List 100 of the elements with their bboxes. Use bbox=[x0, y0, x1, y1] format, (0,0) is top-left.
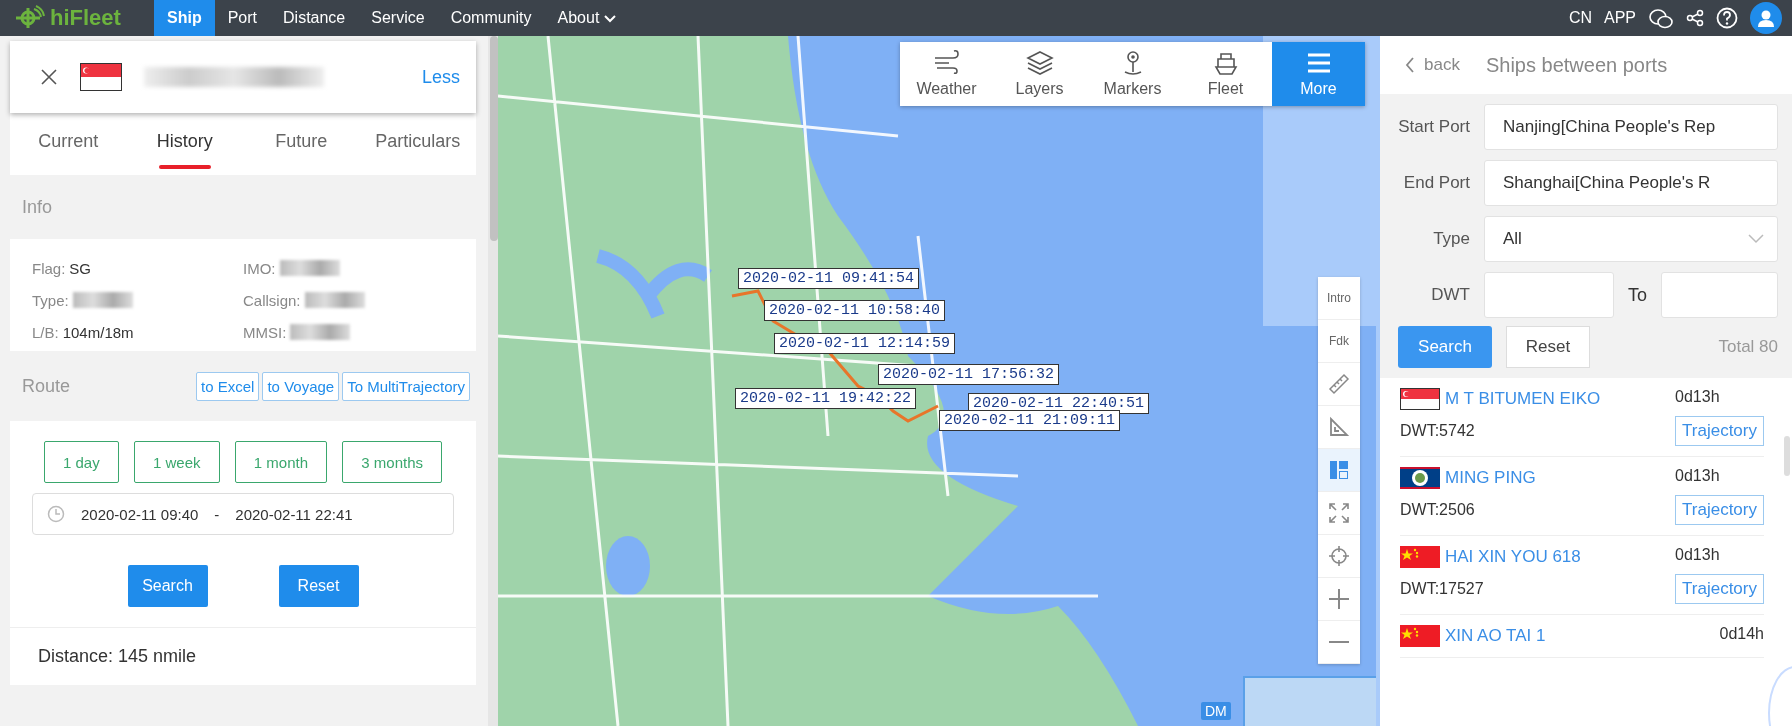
toolbar-label: Fleet bbox=[1207, 80, 1244, 98]
field-label: Type bbox=[1432, 229, 1470, 249]
map-mode-badge[interactable]: DM bbox=[1201, 702, 1231, 720]
nav-tab[interactable]: Community bbox=[437, 0, 545, 36]
toolbar-button[interactable]: Markers bbox=[1086, 42, 1179, 106]
less-link[interactable]: Less bbox=[421, 66, 460, 88]
export-button[interactable]: To MultiTrajectory bbox=[342, 371, 470, 401]
nav-tab[interactable]: Port bbox=[214, 0, 270, 36]
port-input-field[interactable]: Shanghai[China People's R bbox=[1484, 160, 1778, 206]
track-time-label: 2020-02-11 21:09:11 bbox=[939, 410, 1121, 431]
nav-tab[interactable]: About bbox=[544, 0, 631, 36]
export-button[interactable]: to Voyage bbox=[262, 371, 340, 401]
period-button[interactable]: 1 day bbox=[44, 441, 119, 483]
flag-icon bbox=[1400, 467, 1440, 489]
section-title: Info bbox=[22, 196, 53, 218]
logo-icon bbox=[14, 5, 46, 31]
close-icon[interactable] bbox=[40, 68, 58, 86]
track-time-label: 2020-02-11 19:42:22 bbox=[735, 388, 917, 409]
nav-tab[interactable]: Ship bbox=[154, 0, 215, 36]
trajectory-button[interactable]: Trajectory bbox=[1675, 495, 1764, 525]
nav-link[interactable]: CN bbox=[1568, 9, 1592, 27]
user-avatar[interactable] bbox=[1750, 2, 1782, 34]
ship-name-link[interactable]: M T BITUMEN EIKO bbox=[1445, 389, 1601, 409]
voyage-duration: 0d14h bbox=[1719, 625, 1764, 644]
ship-name-link[interactable]: XIN AO TAI 1 bbox=[1445, 626, 1546, 646]
trajectory-button[interactable]: Trajectory bbox=[1675, 416, 1764, 446]
overview-minimap[interactable] bbox=[1243, 676, 1376, 726]
crosshair-icon[interactable] bbox=[1327, 544, 1351, 568]
track-time-label: 2020-02-11 17:56:32 bbox=[878, 364, 1060, 385]
logo[interactable]: hiFleet bbox=[0, 0, 154, 36]
trajectory-button[interactable]: Trajectory bbox=[1675, 574, 1764, 604]
field-label: To bbox=[1628, 284, 1647, 306]
field-label: End Port bbox=[1402, 173, 1470, 193]
user-icon bbox=[1757, 9, 1775, 27]
track-time-label: 2020-02-11 12:14:59 bbox=[774, 333, 956, 354]
tool-link[interactable]: Fdk bbox=[1329, 334, 1349, 348]
field-label: L/B: bbox=[32, 323, 59, 341]
period-button[interactable]: 3 months bbox=[342, 441, 442, 483]
tab[interactable]: Particulars bbox=[359, 113, 476, 175]
section-title: Route bbox=[22, 375, 72, 397]
back-link[interactable]: back bbox=[1404, 55, 1460, 75]
type-select[interactable]: All bbox=[1484, 216, 1778, 262]
field-label: Callsign: bbox=[243, 291, 301, 309]
dwt-max-field[interactable] bbox=[1661, 272, 1778, 318]
ship-dwt: DWT:2506 bbox=[1400, 501, 1476, 519]
fullscreen-icon[interactable] bbox=[1327, 501, 1351, 525]
total-count: Total 80 bbox=[1718, 337, 1778, 357]
triangle-ruler-icon[interactable] bbox=[1327, 415, 1351, 439]
start-date: 2020-02-11 09:40 bbox=[81, 505, 199, 523]
ship-dwt: DWT:5742 bbox=[1400, 422, 1476, 440]
period-button[interactable]: 1 week bbox=[134, 441, 220, 483]
panel-layout-icon[interactable] bbox=[1327, 458, 1351, 482]
distance-text: Distance: 145 nmile bbox=[10, 627, 476, 685]
date-range-field[interactable]: 2020-02-11 09:40 - 2020-02-11 22:41 bbox=[32, 493, 454, 535]
search-button[interactable]: Search bbox=[1398, 326, 1492, 368]
help-icon[interactable] bbox=[1716, 7, 1738, 29]
toolbar-label: More bbox=[1300, 80, 1337, 98]
field-label: IMO: bbox=[243, 259, 276, 277]
dwt-min-field[interactable] bbox=[1484, 272, 1614, 318]
toolbar-button[interactable]: Layers bbox=[993, 42, 1086, 106]
port-input-field[interactable]: Nanjing[China People's Rep bbox=[1484, 104, 1778, 150]
logo-text: hiFleet bbox=[50, 5, 121, 31]
scrollbar[interactable] bbox=[490, 36, 498, 241]
tab[interactable]: History bbox=[126, 113, 243, 175]
flag-icon bbox=[1400, 546, 1440, 568]
nav-tab[interactable]: Distance bbox=[270, 0, 359, 36]
nav-link[interactable]: APP bbox=[1604, 9, 1636, 27]
period-button[interactable]: 1 month bbox=[234, 441, 327, 483]
flag-icon bbox=[1400, 625, 1440, 647]
reset-button[interactable]: Reset bbox=[1506, 326, 1590, 368]
ship-name-link[interactable]: MING PING bbox=[1445, 468, 1536, 488]
route-button[interactable]: Search bbox=[127, 565, 208, 607]
flag-icon bbox=[1400, 388, 1440, 410]
ship-dwt: DWT:17527 bbox=[1400, 580, 1485, 598]
chevron-down-icon bbox=[1747, 233, 1765, 245]
tool-link[interactable]: Intro bbox=[1327, 291, 1351, 305]
panel-title: Ships between ports bbox=[1485, 53, 1668, 77]
toolbar-button[interactable]: Weather bbox=[900, 42, 993, 106]
toolbar-label: Layers bbox=[1015, 80, 1064, 98]
route-button[interactable]: Reset bbox=[278, 565, 359, 607]
scrollbar[interactable] bbox=[1784, 436, 1790, 476]
chat-icon[interactable] bbox=[1648, 7, 1674, 29]
track-time-label: 2020-02-11 09:41:54 bbox=[738, 268, 920, 289]
zoom-in-icon[interactable] bbox=[1327, 587, 1351, 611]
toolbar-button[interactable]: More bbox=[1272, 42, 1365, 106]
toolbar-button[interactable]: Fleet bbox=[1179, 42, 1272, 106]
nav-tab[interactable]: Service bbox=[358, 0, 438, 36]
field-label: Start Port bbox=[1397, 117, 1470, 137]
ship-name-link[interactable]: HAI XIN YOU 618 bbox=[1445, 547, 1581, 567]
export-button[interactable]: to Excel bbox=[196, 371, 260, 401]
field-label: MMSI: bbox=[243, 323, 287, 341]
tab[interactable]: Future bbox=[243, 113, 360, 175]
clock-icon bbox=[47, 505, 65, 523]
tab[interactable]: Current bbox=[10, 113, 127, 175]
ruler-icon[interactable] bbox=[1327, 372, 1351, 396]
field-label: DWT bbox=[1430, 285, 1470, 305]
layers-icon bbox=[1025, 50, 1054, 76]
voyage-duration: 0d13h bbox=[1675, 546, 1721, 565]
share-icon[interactable] bbox=[1686, 9, 1704, 27]
field-value: 104m/18m bbox=[62, 323, 134, 341]
